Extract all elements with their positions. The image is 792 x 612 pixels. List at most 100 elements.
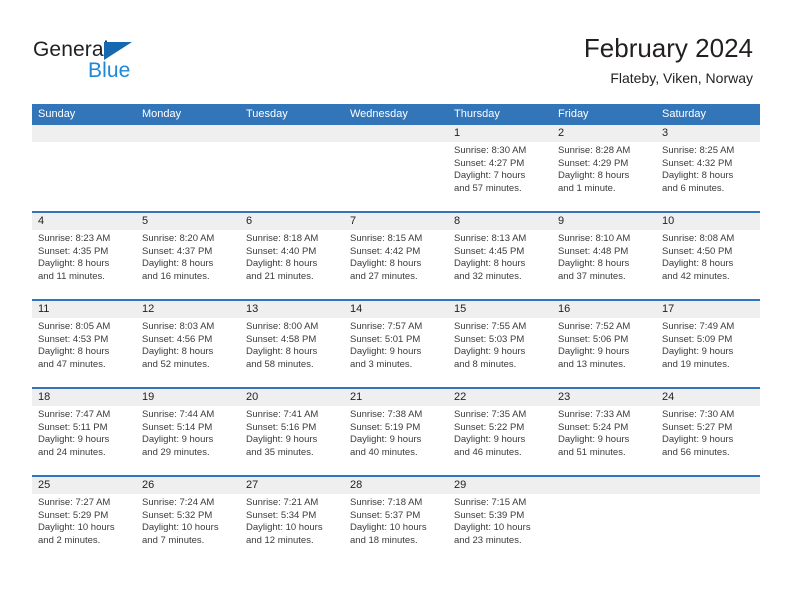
day-cell[interactable]: 15 Sunrise: 7:55 AM Sunset: 5:03 PM Dayl… [448,301,552,387]
sunrise-text: Sunrise: 8:15 AM [350,233,423,244]
day-cell[interactable]: 28 Sunrise: 7:18 AM Sunset: 5:37 PM Dayl… [344,477,448,565]
day-cell[interactable]: 26 Sunrise: 7:24 AM Sunset: 5:32 PM Dayl… [136,477,240,565]
daylight-text-line2: and 13 minutes. [558,358,626,370]
day-cell[interactable]: 7 Sunrise: 8:15 AM Sunset: 4:42 PM Dayli… [344,213,448,299]
sunrise-text: Sunrise: 8:30 AM [454,145,527,156]
daylight-text-line1: Daylight: 8 hours [662,258,734,270]
daylight-text-line2: and 51 minutes. [558,446,626,458]
day-number: 14 [344,301,448,318]
daylight-text-line2: and 19 minutes. [662,358,730,370]
day-number: 25 [32,477,136,494]
day-cell[interactable]: 22 Sunrise: 7:35 AM Sunset: 5:22 PM Dayl… [448,389,552,475]
sunrise-text: Sunrise: 7:38 AM [350,409,423,420]
daylight-text-line1: Daylight: 9 hours [558,434,630,446]
daylight-text-line2: and 29 minutes. [142,446,210,458]
daylight-text-line2: and 2 minutes. [38,534,101,546]
daylight-text-line1: Daylight: 8 hours [142,346,214,358]
sunrise-text: Sunrise: 7:21 AM [246,497,319,508]
day-details: Sunrise: 8:13 AM Sunset: 4:45 PM Dayligh… [448,230,552,283]
day-cell[interactable]: 21 Sunrise: 7:38 AM Sunset: 5:19 PM Dayl… [344,389,448,475]
sunrise-text: Sunrise: 7:18 AM [350,497,423,508]
daylight-text-line1: Daylight: 8 hours [142,258,214,270]
day-number [344,125,448,142]
weekday-header-thursday: Thursday [454,108,500,120]
day-cell[interactable]: 25 Sunrise: 7:27 AM Sunset: 5:29 PM Dayl… [32,477,136,565]
general-blue-logo[interactable]: General Blue [33,38,213,84]
week-row: 4 Sunrise: 8:23 AM Sunset: 4:35 PM Dayli… [32,213,760,301]
sunrise-text: Sunrise: 7:41 AM [246,409,319,420]
day-details: Sunrise: 8:28 AM Sunset: 4:29 PM Dayligh… [552,142,656,195]
day-details: Sunrise: 8:20 AM Sunset: 4:37 PM Dayligh… [136,230,240,283]
day-cell[interactable]: 18 Sunrise: 7:47 AM Sunset: 5:11 PM Dayl… [32,389,136,475]
day-cell[interactable]: 1 Sunrise: 8:30 AM Sunset: 4:27 PM Dayli… [448,125,552,211]
day-cell[interactable]: 14 Sunrise: 7:57 AM Sunset: 5:01 PM Dayl… [344,301,448,387]
daylight-text-line1: Daylight: 9 hours [246,434,318,446]
daylight-text-line2: and 6 minutes. [662,182,725,194]
day-cell[interactable]: 8 Sunrise: 8:13 AM Sunset: 4:45 PM Dayli… [448,213,552,299]
day-details: Sunrise: 7:35 AM Sunset: 5:22 PM Dayligh… [448,406,552,459]
week-row: 1 Sunrise: 8:30 AM Sunset: 4:27 PM Dayli… [32,125,760,213]
daylight-text-line1: Daylight: 10 hours [246,522,323,534]
sunset-text: Sunset: 5:27 PM [662,421,733,433]
daylight-text-line1: Daylight: 8 hours [662,170,734,182]
sunset-text: Sunset: 4:53 PM [38,333,109,345]
daylight-text-line2: and 35 minutes. [246,446,314,458]
day-cell[interactable]: 20 Sunrise: 7:41 AM Sunset: 5:16 PM Dayl… [240,389,344,475]
day-number: 6 [240,213,344,230]
sunset-text: Sunset: 5:16 PM [246,421,317,433]
day-number: 26 [136,477,240,494]
sunset-text: Sunset: 5:14 PM [142,421,213,433]
sunrise-text: Sunrise: 7:52 AM [558,321,631,332]
day-number [32,125,136,142]
sunset-text: Sunset: 4:48 PM [558,245,629,257]
logo-word-blue: Blue [88,59,131,82]
daylight-text-line2: and 58 minutes. [246,358,314,370]
daylight-text-line2: and 46 minutes. [454,446,522,458]
day-cell[interactable]: 2 Sunrise: 8:28 AM Sunset: 4:29 PM Dayli… [552,125,656,211]
daylight-text-line2: and 1 minute. [558,182,616,194]
sunset-text: Sunset: 4:35 PM [38,245,109,257]
weekday-header-row: Sunday Monday Tuesday Wednesday Thursday… [32,104,760,125]
day-cell[interactable]: 27 Sunrise: 7:21 AM Sunset: 5:34 PM Dayl… [240,477,344,565]
daylight-text-line1: Daylight: 8 hours [246,258,318,270]
weekday-header-saturday: Saturday [662,108,707,120]
day-number: 23 [552,389,656,406]
day-cell[interactable]: 17 Sunrise: 7:49 AM Sunset: 5:09 PM Dayl… [656,301,760,387]
day-cell[interactable]: 9 Sunrise: 8:10 AM Sunset: 4:48 PM Dayli… [552,213,656,299]
day-cell[interactable]: 19 Sunrise: 7:44 AM Sunset: 5:14 PM Dayl… [136,389,240,475]
sunrise-text: Sunrise: 8:18 AM [246,233,319,244]
sunset-text: Sunset: 5:06 PM [558,333,629,345]
day-cell[interactable]: 3 Sunrise: 8:25 AM Sunset: 4:32 PM Dayli… [656,125,760,211]
day-details: Sunrise: 8:10 AM Sunset: 4:48 PM Dayligh… [552,230,656,283]
weekday-header-sunday: Sunday [38,108,76,120]
day-cell[interactable]: 11 Sunrise: 8:05 AM Sunset: 4:53 PM Dayl… [32,301,136,387]
daylight-text-line2: and 47 minutes. [38,358,106,370]
day-number: 3 [656,125,760,142]
triangle-icon [104,42,132,60]
day-cell[interactable]: 12 Sunrise: 8:03 AM Sunset: 4:56 PM Dayl… [136,301,240,387]
day-number: 24 [656,389,760,406]
day-cell[interactable]: 23 Sunrise: 7:33 AM Sunset: 5:24 PM Dayl… [552,389,656,475]
day-number [136,125,240,142]
daylight-text-line1: Daylight: 9 hours [142,434,214,446]
daylight-text-line1: Daylight: 8 hours [38,346,110,358]
day-details: Sunrise: 7:30 AM Sunset: 5:27 PM Dayligh… [656,406,760,459]
daylight-text-line2: and 56 minutes. [662,446,730,458]
daylight-text-line1: Daylight: 8 hours [454,258,526,270]
day-cell[interactable]: 24 Sunrise: 7:30 AM Sunset: 5:27 PM Dayl… [656,389,760,475]
day-details: Sunrise: 8:00 AM Sunset: 4:58 PM Dayligh… [240,318,344,371]
day-cell[interactable]: 10 Sunrise: 8:08 AM Sunset: 4:50 PM Dayl… [656,213,760,299]
day-cell[interactable]: 29 Sunrise: 7:15 AM Sunset: 5:39 PM Dayl… [448,477,552,565]
day-details: Sunrise: 7:41 AM Sunset: 5:16 PM Dayligh… [240,406,344,459]
day-cell[interactable]: 5 Sunrise: 8:20 AM Sunset: 4:37 PM Dayli… [136,213,240,299]
day-number: 15 [448,301,552,318]
day-cell[interactable]: 6 Sunrise: 8:18 AM Sunset: 4:40 PM Dayli… [240,213,344,299]
daylight-text-line1: Daylight: 9 hours [454,346,526,358]
day-details: Sunrise: 7:21 AM Sunset: 5:34 PM Dayligh… [240,494,344,547]
day-cell[interactable]: 13 Sunrise: 8:00 AM Sunset: 4:58 PM Dayl… [240,301,344,387]
day-details: Sunrise: 8:03 AM Sunset: 4:56 PM Dayligh… [136,318,240,371]
day-details: Sunrise: 7:24 AM Sunset: 5:32 PM Dayligh… [136,494,240,547]
day-cell[interactable]: 4 Sunrise: 8:23 AM Sunset: 4:35 PM Dayli… [32,213,136,299]
day-details: Sunrise: 7:55 AM Sunset: 5:03 PM Dayligh… [448,318,552,371]
day-cell[interactable]: 16 Sunrise: 7:52 AM Sunset: 5:06 PM Dayl… [552,301,656,387]
